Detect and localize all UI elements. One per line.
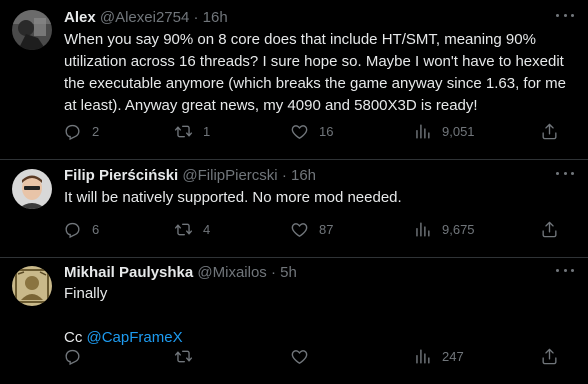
share-icon — [542, 348, 557, 364]
tweet[interactable]: Mikhail Paulyshka @Mixailos · 5h Finally… — [0, 258, 588, 384]
reply-icon — [65, 222, 80, 238]
reply-icon — [65, 349, 80, 365]
reply-count: 6 — [92, 221, 100, 237]
author-handle[interactable]: @Alexei2754 — [100, 9, 189, 26]
tweet-text: Finally Cc @CapFrameX — [64, 283, 572, 349]
cc-prefix: Cc — [64, 329, 87, 346]
more-icon[interactable] — [556, 267, 574, 273]
mention-link[interactable]: @CapFrameX — [87, 329, 183, 346]
avatar[interactable] — [12, 10, 52, 50]
share-button[interactable] — [540, 219, 559, 239]
avatar[interactable] — [12, 169, 52, 209]
timestamp[interactable]: 16h — [291, 167, 316, 184]
retweet-count: 4 — [203, 221, 211, 237]
like-button[interactable]: 87 — [290, 219, 333, 239]
heart-icon — [291, 349, 308, 364]
like-count: 87 — [319, 221, 334, 237]
separator: · — [193, 9, 199, 26]
tweet-header: Mikhail Paulyshka @Mixailos · 5h — [64, 263, 548, 283]
heart-icon — [291, 222, 308, 237]
views-button[interactable]: 247 — [413, 346, 464, 366]
retweet-icon — [174, 223, 193, 235]
retweet-button[interactable]: 4 — [174, 219, 210, 239]
timestamp[interactable]: 16h — [203, 9, 228, 26]
share-icon — [542, 123, 557, 139]
tweet-text: When you say 90% on 8 core does that inc… — [64, 31, 566, 114]
author-handle[interactable]: @Mixailos — [197, 264, 266, 281]
tweet-header: Filip Pierściński @FilipPiercski · 16h — [64, 166, 548, 186]
views-count: 9,675 — [442, 221, 475, 237]
reply-count: 2 — [92, 123, 100, 139]
views-icon — [416, 123, 430, 139]
timestamp[interactable]: 5h — [280, 264, 297, 281]
retweet-icon — [174, 350, 193, 362]
retweet-button[interactable]: 1 — [174, 121, 210, 141]
more-icon[interactable] — [556, 170, 574, 176]
share-button[interactable] — [540, 121, 559, 141]
tweet[interactable]: Filip Pierściński @FilipPiercski · 16h I… — [0, 160, 588, 258]
retweet-count: 1 — [203, 123, 211, 139]
tweet[interactable]: Alex @Alexei2754 · 16h When you say 90% … — [0, 0, 588, 160]
like-button[interactable] — [290, 346, 319, 366]
tweet-text: It will be natively supported. No more m… — [64, 189, 402, 206]
tweet-header: Alex @Alexei2754 · 16h — [64, 8, 548, 28]
tweet-actions: 6 4 87 9,675 — [58, 219, 558, 239]
tweet-actions: 247 — [58, 346, 558, 366]
like-button[interactable]: 16 — [290, 121, 333, 141]
like-count: 16 — [319, 123, 334, 139]
share-button[interactable] — [540, 346, 559, 366]
author-name[interactable]: Filip Pierściński — [64, 167, 178, 184]
author-handle[interactable]: @FilipPiercski — [182, 167, 277, 184]
separator: · — [281, 167, 287, 184]
views-count: 247 — [442, 348, 464, 364]
retweet-button[interactable] — [174, 346, 203, 366]
tweet-text-line: Finally — [64, 285, 108, 302]
reply-icon — [65, 124, 80, 140]
share-icon — [542, 221, 557, 237]
author-name[interactable]: Alex — [64, 9, 96, 26]
author-name[interactable]: Mikhail Paulyshka — [64, 264, 193, 281]
views-button[interactable]: 9,675 — [413, 219, 475, 239]
reply-button[interactable]: 2 — [63, 121, 99, 141]
views-icon — [416, 221, 430, 237]
reply-button[interactable]: 6 — [63, 219, 99, 239]
heart-icon — [291, 124, 308, 139]
views-icon — [416, 348, 430, 364]
more-icon[interactable] — [556, 12, 574, 18]
reply-button[interactable] — [63, 346, 92, 366]
retweet-icon — [174, 125, 193, 137]
views-button[interactable]: 9,051 — [413, 121, 475, 141]
separator: · — [270, 264, 276, 281]
avatar[interactable] — [12, 266, 52, 306]
views-count: 9,051 — [442, 123, 475, 139]
tweet-actions: 2 1 16 9,051 — [58, 121, 558, 141]
